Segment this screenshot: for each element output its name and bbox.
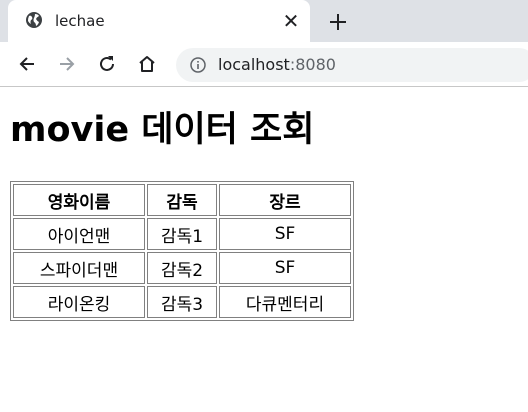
home-button[interactable] [136,53,158,75]
table-header-row: 영화이름 감독 장르 [13,184,351,216]
back-button[interactable] [16,53,38,75]
address-bar[interactable]: localhost:8080 [176,48,528,82]
new-tab-button[interactable] [324,8,352,36]
cell-title: 라이온킹 [13,286,145,318]
reload-icon [100,56,114,71]
cell-genre: SF [219,218,351,250]
home-icon [139,56,155,72]
table-row: 라이온킹 감독3 다큐멘터리 [13,286,351,318]
cell-director: 감독2 [147,252,217,284]
cell-title: 스파이더맨 [13,252,145,284]
forward-button[interactable] [56,53,78,75]
url-host: localhost [218,55,290,74]
page-title: movie 데이터 조회 [10,110,315,150]
reload-button[interactable] [96,53,118,75]
globe-icon [26,12,42,28]
url-text[interactable]: localhost:8080 [218,55,336,75]
arrow-left-icon [19,57,34,71]
tab-title: lechae [55,12,105,30]
cell-director: 감독3 [147,286,217,318]
movie-table: 영화이름 감독 장르 아이언맨 감독1 SF 스파이더맨 감독2 SF 라이온킹… [10,181,354,321]
page-content: movie 데이터 조회 영화이름 감독 장르 아이언맨 감독1 SF 스파이더… [0,88,528,412]
cell-genre: SF [219,252,351,284]
table-row: 스파이더맨 감독2 SF [13,252,351,284]
cell-genre: 다큐멘터리 [219,286,351,318]
plus-icon [330,14,346,30]
url-port: :8080 [289,55,336,74]
table-row: 아이언맨 감독1 SF [13,218,351,250]
cell-director: 감독1 [147,218,217,250]
header-cell-title: 영화이름 [13,184,145,216]
browser-toolbar: localhost:8080 [0,42,528,87]
header-cell-director: 감독 [147,184,217,216]
arrow-right-icon [60,57,75,71]
tab-strip: lechae ✕ [0,0,528,42]
close-icon[interactable]: ✕ [280,9,302,33]
browser-tab[interactable]: lechae ✕ [8,0,310,42]
header-cell-genre: 장르 [219,184,351,216]
info-icon[interactable] [190,57,206,73]
cell-title: 아이언맨 [13,218,145,250]
